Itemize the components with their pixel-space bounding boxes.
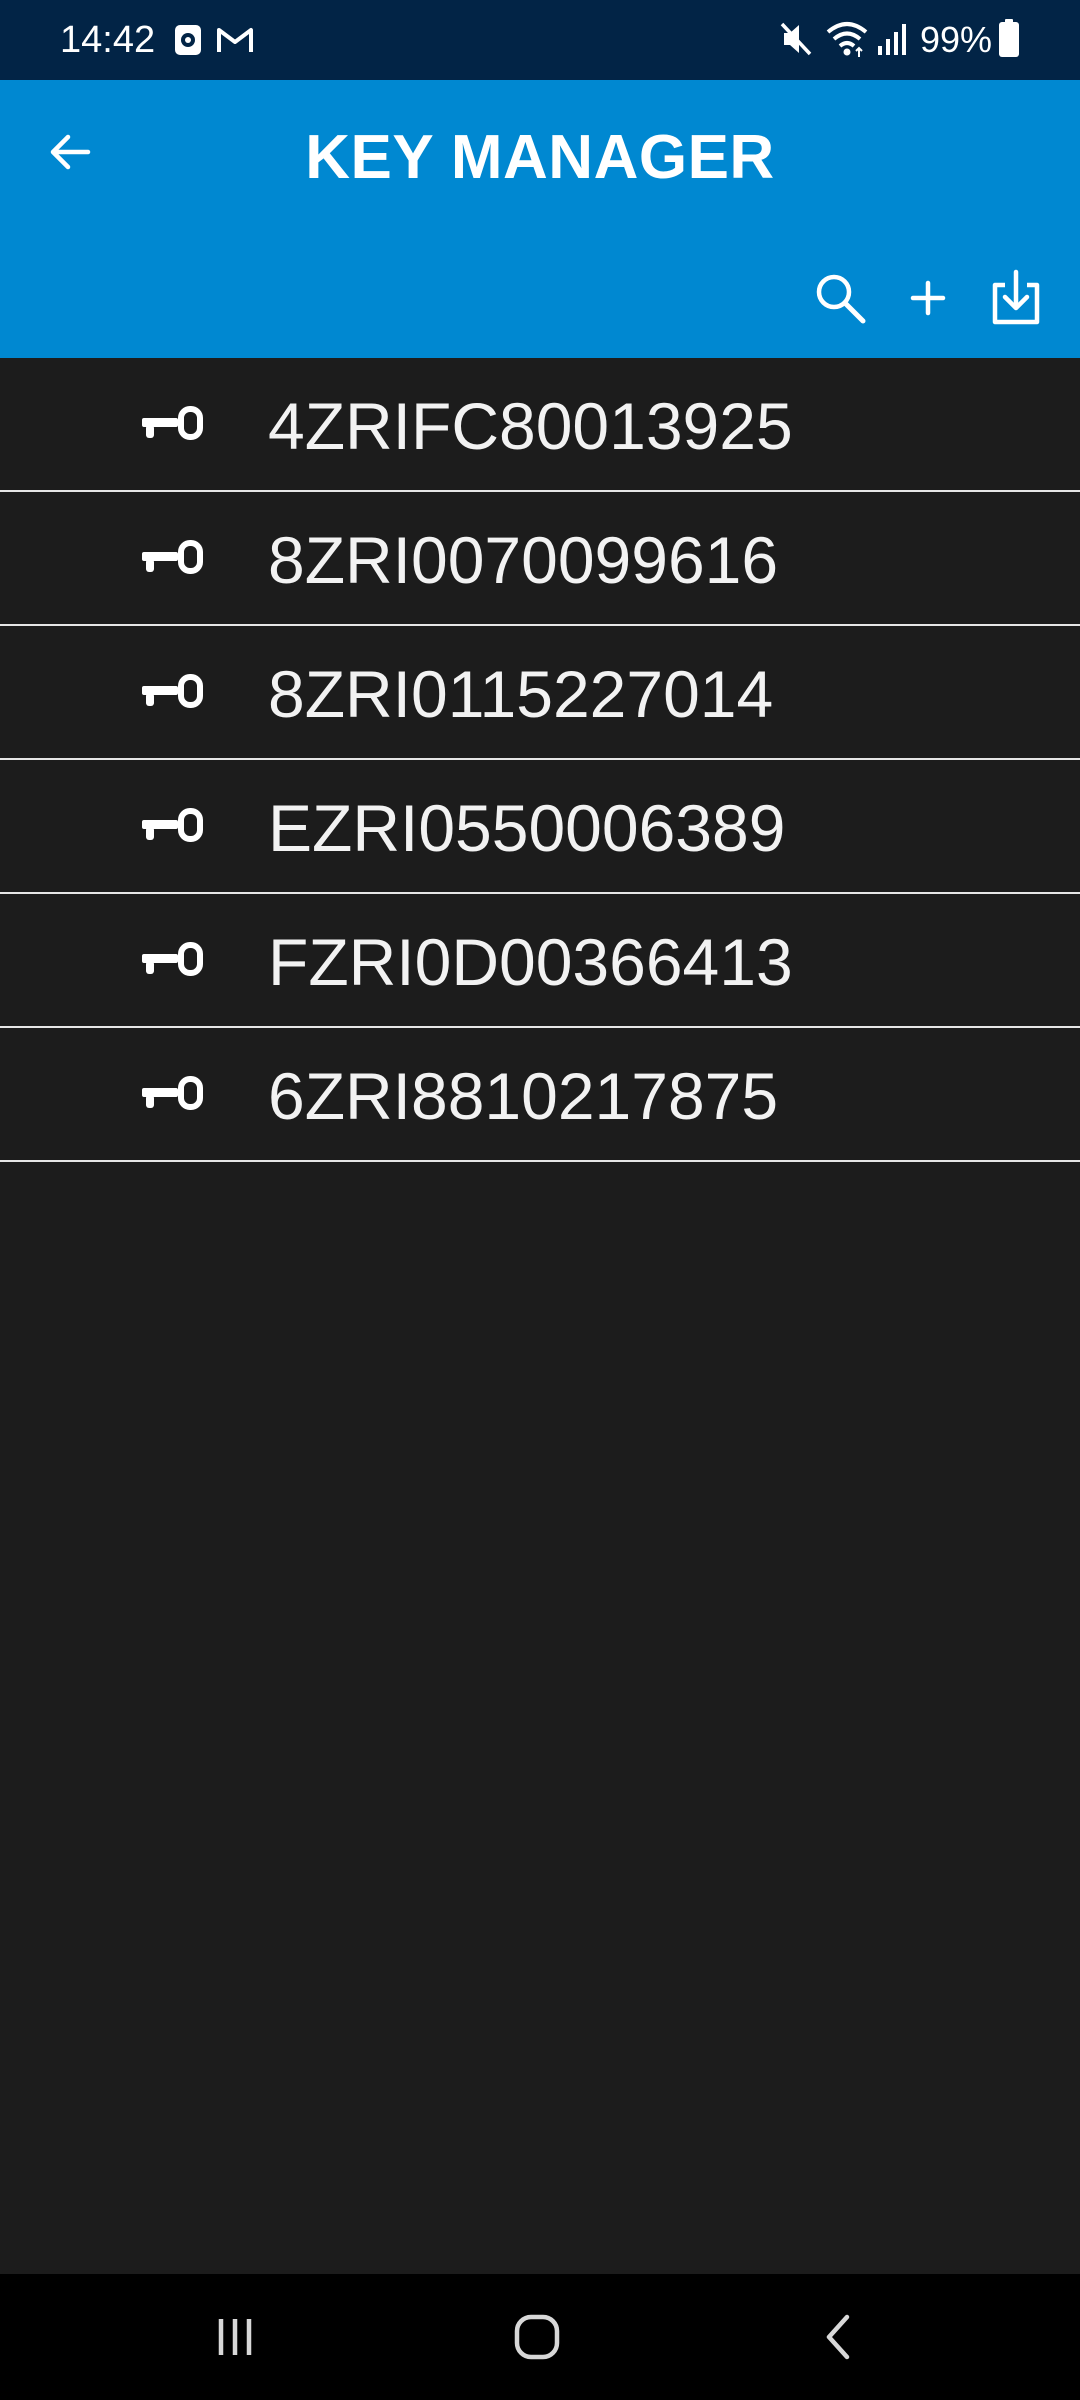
back-nav-button[interactable] [779,2297,899,2377]
mute-icon [780,22,812,56]
page-title: KEY MANAGER [305,123,775,192]
toolbar-actions [800,258,1056,338]
battery-percent: 99% [920,19,993,60]
key-icon [142,1076,203,1110]
home-button[interactable] [477,2297,597,2377]
search-icon [816,274,866,324]
key-list-item[interactable]: EZRI0550006389 [0,760,1080,894]
key-list-item[interactable]: 8ZRI0115227014 [0,626,1080,760]
recents-icon [218,2319,252,2355]
key-label: 8ZRI0115227014 [268,657,774,731]
import-button[interactable] [976,258,1056,338]
key-icon [142,540,203,574]
wifi-icon [826,22,868,57]
key-label: 6ZRI8810217875 [268,1059,779,1133]
key-list-item[interactable]: 6ZRI8810217875 [0,1028,1080,1162]
key-list-item[interactable]: 4ZRIFC80013925 [0,358,1080,492]
search-button[interactable] [800,258,880,338]
signal-icon [878,24,906,55]
screen: 14:42 99% KEY MANAGER 4ZRIFC80013925 8ZR… [0,0,1080,2400]
key-icon [142,808,203,842]
key-icon [142,674,203,708]
nav-bar [0,2274,1080,2400]
recents-button[interactable] [175,2297,295,2377]
key-label: 8ZRI0070099616 [268,523,779,597]
add-key-button[interactable] [888,258,968,338]
key-label: 4ZRIFC80013925 [268,389,793,463]
key-label: FZRI0D00366413 [268,925,793,999]
import-icon [992,269,1040,325]
battery-icon [999,19,1019,57]
screen-record-icon [175,25,201,55]
key-icon [142,942,203,976]
app-bar: KEY MANAGER [0,80,1080,358]
key-label: EZRI0550006389 [268,791,786,865]
key-list-item[interactable]: 8ZRI0070099616 [0,492,1080,626]
home-icon [514,2314,560,2360]
key-icon [142,406,203,440]
chevron-left-icon [826,2314,850,2360]
status-time: 14:42 [60,19,156,61]
key-list-item[interactable]: FZRI0D00366413 [0,894,1080,1028]
key-list: 4ZRIFC80013925 8ZRI0070099616 8ZRI011522… [0,358,1080,1162]
status-bar: 14:42 99% [0,0,1080,80]
gmail-icon [217,28,253,52]
add-icon [910,280,946,316]
